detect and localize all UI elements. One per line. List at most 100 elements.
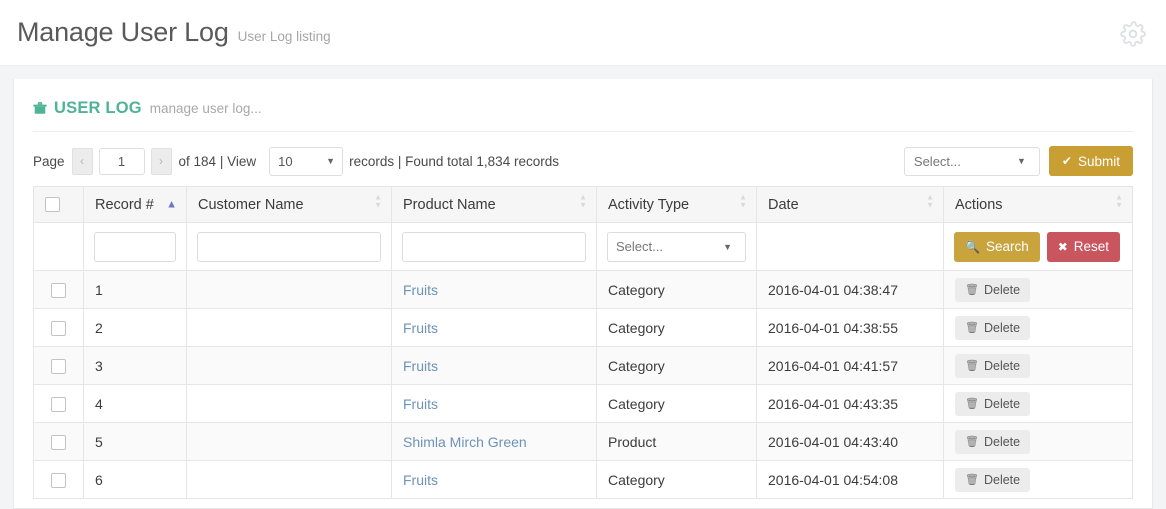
delete-row-button[interactable]: 🗑 Delete [955, 429, 1031, 454]
chevron-right-icon[interactable]: › [150, 147, 172, 175]
submit-button[interactable]: ✔ Submit [1048, 146, 1133, 176]
column-header-record[interactable]: Record # ▲ [83, 186, 187, 223]
submit-button-label: Submit [1077, 153, 1120, 169]
cell-customer-name [186, 270, 392, 309]
page-body: USER LOG manage user log... Page ‹ › of … [0, 66, 1166, 509]
filter-cell-record [83, 222, 187, 271]
view-records-select[interactable]: 102550100 [269, 146, 344, 176]
table-row: 6 Fruits Category 2016-04-01 04:54:08 🗑 Delet… [33, 460, 1133, 499]
panel-heading: USER LOG manage user log... [33, 79, 1133, 132]
cell-date: 2016-04-01 04:41:57 [756, 346, 944, 385]
table-row: 2 Fruits Category 2016-04-01 04:38:55 🗑 Delet… [33, 308, 1133, 347]
page-count-label: of 184 | View [178, 153, 257, 169]
trash-icon: 🗑 [965, 474, 979, 486]
product-link[interactable]: Fruits [403, 358, 438, 374]
trash-icon: 🗑 [965, 322, 979, 334]
cell-date: 2016-04-01 04:43:35 [756, 384, 944, 423]
product-link[interactable]: Fruits [403, 282, 438, 298]
table-row: 3 Fruits Category 2016-04-01 04:41:57 🗑 Delet… [33, 346, 1133, 385]
column-header-actions[interactable]: Actions ▲ ▼ [943, 186, 1133, 223]
cell-product-name: Fruits [391, 460, 597, 499]
product-link[interactable]: Fruits [403, 320, 438, 336]
select-all-checkbox[interactable] [45, 197, 60, 213]
product-link[interactable]: Shimla Mirch Green [403, 434, 527, 450]
delete-row-button[interactable]: 🗑 Delete [955, 353, 1031, 378]
cell-customer-name [186, 346, 392, 385]
row-select-checkbox[interactable] [51, 320, 66, 336]
cell-product-name: Fruits [391, 346, 597, 385]
check-icon: ✔ [1061, 154, 1072, 168]
cell-activity-type: Category [596, 270, 757, 309]
cell-product-name: Fruits [391, 308, 597, 347]
filter-record-input[interactable] [94, 231, 176, 262]
gear-icon[interactable] [1118, 19, 1148, 49]
sort-toggle-icon: ▲ ▼ [926, 192, 934, 209]
cell-record: 2 [83, 308, 187, 347]
reset-button[interactable]: ✖ Reset [1046, 231, 1121, 262]
table-toolbar: Page ‹ › of 184 | View 102550100 ▼ recor… [33, 132, 1133, 186]
column-header-customer-name[interactable]: Customer Name ▲ ▼ [186, 186, 392, 223]
filter-cell-activity: Select...CategoryProduct ▼ [596, 222, 757, 271]
delete-row-button[interactable]: 🗑 Delete [955, 391, 1031, 416]
row-select-cell [33, 460, 84, 499]
column-header-actions-label: Actions [955, 196, 1003, 213]
sort-toggle-icon: ▲ ▼ [374, 192, 382, 209]
column-header-date[interactable]: Date ▲ ▼ [756, 186, 944, 223]
cell-date: 2016-04-01 04:54:08 [756, 460, 944, 499]
delete-row-button-label: Delete [983, 320, 1021, 335]
cell-actions: 🗑 Delete [943, 308, 1133, 347]
product-link[interactable]: Fruits [403, 396, 438, 412]
filter-activity-type-select[interactable]: Select...CategoryProduct [607, 231, 746, 262]
row-select-checkbox[interactable] [51, 434, 66, 450]
sort-ascending-icon: ▲ [166, 198, 177, 210]
row-select-cell [33, 384, 84, 423]
column-header-record-label: Record # [95, 196, 154, 213]
filter-cell-date [756, 222, 944, 271]
filter-cell-check [33, 222, 84, 271]
filter-cell-product [391, 222, 597, 271]
table-header-row: Record # ▲ Customer Name ▲ ▼ Product Name [33, 186, 1133, 223]
search-button-label: Search [985, 239, 1029, 254]
cell-date: 2016-04-01 04:43:40 [756, 422, 944, 461]
cell-customer-name [186, 384, 392, 423]
column-header-customer-name-label: Customer Name [198, 196, 304, 213]
delete-row-button[interactable]: 🗑 Delete [955, 277, 1031, 302]
row-select-cell [33, 308, 84, 347]
user-log-table-container: Record # ▲ Customer Name ▲ ▼ Product Name [33, 186, 1133, 499]
row-select-checkbox[interactable] [51, 396, 66, 412]
search-button[interactable]: 🔍 Search [954, 231, 1040, 262]
cell-activity-type: Product [596, 422, 757, 461]
delete-row-button-label: Delete [983, 358, 1021, 373]
trash-icon: 🗑 [965, 436, 979, 448]
filter-cell-customer [186, 222, 392, 271]
user-log-table: Record # ▲ Customer Name ▲ ▼ Product Name [33, 186, 1133, 499]
cell-actions: 🗑 Delete [943, 346, 1133, 385]
row-select-checkbox[interactable] [51, 472, 66, 488]
bulk-action-select[interactable]: Select...Delete [903, 146, 1040, 176]
delete-row-button[interactable]: 🗑 Delete [955, 467, 1031, 492]
column-header-product-name[interactable]: Product Name ▲ ▼ [391, 186, 597, 223]
sort-toggle-icon: ▲ ▼ [739, 192, 747, 209]
cell-actions: 🗑 Delete [943, 422, 1133, 461]
filter-product-name-input[interactable] [402, 231, 586, 262]
page-number-input[interactable] [98, 147, 145, 175]
sort-toggle-icon: ▲ ▼ [1115, 192, 1123, 209]
row-select-checkbox[interactable] [51, 358, 66, 374]
cell-customer-name [186, 460, 392, 499]
product-link[interactable]: Fruits [403, 472, 438, 488]
cell-product-name: Fruits [391, 270, 597, 309]
column-header-activity-type[interactable]: Activity Type ▲ ▼ [596, 186, 757, 223]
select-all-header [33, 186, 84, 223]
table-row: 4 Fruits Category 2016-04-01 04:43:35 🗑 Delet… [33, 384, 1133, 423]
chevron-left-icon[interactable]: ‹ [71, 147, 93, 175]
user-log-panel: USER LOG manage user log... Page ‹ › of … [13, 79, 1153, 509]
filter-cell-actions: 🔍 Search ✖ Reset [943, 222, 1133, 271]
reset-button-label: Reset [1073, 239, 1110, 254]
column-header-activity-type-label: Activity Type [608, 196, 690, 213]
delete-row-button-label: Delete [983, 396, 1021, 411]
panel-subtitle: manage user log... [149, 101, 262, 116]
row-select-checkbox[interactable] [51, 282, 66, 298]
filter-customer-name-input[interactable] [197, 231, 381, 262]
delete-row-button[interactable]: 🗑 Delete [955, 315, 1031, 340]
row-select-cell [33, 346, 84, 385]
